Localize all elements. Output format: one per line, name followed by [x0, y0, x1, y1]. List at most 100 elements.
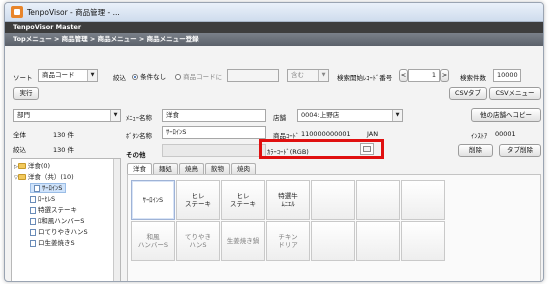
record-next-button[interactable]: > [440, 69, 449, 82]
store-label: 店舗 [273, 114, 286, 122]
delete-button[interactable]: 削除 [458, 144, 493, 157]
menu-button[interactable] [401, 180, 445, 220]
chevron-down-icon[interactable]: ▼ [110, 110, 120, 121]
menu-button[interactable]: チキン ドリア [266, 221, 310, 261]
department-select[interactable]: 部門 ▼ [13, 109, 121, 122]
copy-to-other-store-button[interactable]: 他の店舗へコピー [471, 108, 541, 122]
sort-select-value: 商品コード [42, 71, 75, 79]
chevron-down-icon[interactable]: ▼ [392, 110, 402, 121]
menu-button[interactable] [311, 180, 355, 220]
menu-tree[interactable]: ▷ 洋食(0) ▽ 洋食（共）(10) ｻｰﾛｲﾝS ﾛｰﾋﾚS 特選ステーキ ﾛ和… [11, 158, 121, 281]
title-bar: TenpoVisor - 商品管理 - ... [5, 3, 543, 22]
radio-circle-icon [175, 74, 181, 80]
menu-button[interactable]: ｻｰﾛｲﾝS [131, 180, 175, 220]
record-number-input[interactable]: 1 [408, 69, 440, 82]
tree-item[interactable]: ロ生姜焼きS [12, 238, 120, 249]
app-window: TenpoVisor - 商品管理 - ... TenpoVisor Maste… [4, 2, 544, 282]
sort-select[interactable]: 商品コード ▼ [38, 69, 98, 82]
tree-item-label: 洋食(0) [27, 162, 51, 170]
product-code-filter-input[interactable] [227, 69, 279, 82]
tree-item[interactable]: ﾛｰﾋﾚS [12, 194, 120, 205]
tab-mendokoro[interactable]: 麺処 [153, 163, 178, 174]
other-label: その他 [126, 151, 146, 159]
tree-scrollbar[interactable] [113, 159, 120, 281]
chevron-down-icon[interactable]: ▼ [87, 70, 97, 81]
tab-drinks[interactable]: 飲物 [205, 163, 230, 174]
tree-selection-highlight: ｻｰﾛｲﾝS [30, 183, 67, 193]
tree-item[interactable]: ▷ 洋食(0) [12, 161, 120, 172]
menu-button[interactable] [356, 180, 400, 220]
menu-button-grid: ｻｰﾛｲﾝS ヒレ ステーキ ヒレ ステーキ 特選牛 ﾑﾆｴﾙ 和風 ハンバーS… [131, 180, 540, 261]
tree-item-label: ロてりやきハンS [38, 228, 88, 236]
count-input[interactable]: 10000 [493, 69, 521, 82]
folder-open-icon [17, 174, 26, 180]
document-icon [30, 195, 36, 203]
tree-item[interactable]: 特選ステーキ [12, 205, 120, 216]
store-select-value: 0004:上野店 [301, 111, 340, 119]
filtered-label: 絞込 [13, 146, 26, 154]
menu-button[interactable]: ヒレ ステーキ [221, 180, 265, 220]
other-field[interactable] [162, 144, 266, 157]
document-icon [30, 206, 36, 214]
total-label: 全体 [13, 131, 26, 139]
csv-menu-button[interactable]: CSVメニュー [489, 87, 541, 100]
color-picker[interactable] [360, 143, 374, 155]
execute-button[interactable]: 実行 [13, 87, 39, 100]
app-header: TenpoVisor Master [5, 22, 543, 33]
match-select[interactable]: 含む ▼ [287, 69, 329, 82]
filtered-value: 130 件 [53, 146, 74, 154]
radio-product-code[interactable]: 商品コードに [175, 71, 222, 81]
tree-item-selected[interactable]: ｻｰﾛｲﾝS [12, 183, 120, 194]
menu-button-panel: ｻｰﾛｲﾝS ヒレ ステーキ ヒレ ステーキ 特選牛 ﾑﾆｴﾙ 和風 ハンバーS… [127, 174, 541, 281]
color-code-label: ｶﾗｰｺｰﾄﾞ(RGB) [267, 148, 309, 156]
tree-item-label: 洋食（共）(10) [27, 173, 74, 181]
menu-name-label: ﾒﾆｭｰ名称 [126, 114, 152, 122]
product-code-value: 110000000001 [301, 130, 351, 138]
tab-yakiniku[interactable]: 焼肉 [231, 163, 256, 174]
record-prev-button[interactable]: < [399, 69, 408, 82]
store-select[interactable]: 0004:上野店 ▼ [297, 109, 403, 122]
document-icon [30, 217, 36, 225]
app-icon [11, 6, 23, 18]
menu-button[interactable]: 生姜焼き鍋 [221, 221, 265, 261]
radio-no-condition-label: 条件なし [140, 73, 167, 81]
menu-button[interactable] [311, 221, 355, 261]
department-select-value: 部門 [17, 111, 30, 119]
button-name-label: ﾎﾞﾀﾝ名称 [126, 132, 152, 140]
csv-tab-button[interactable]: CSVタブ [449, 87, 487, 100]
jan-label: JAN [367, 130, 379, 138]
document-icon [34, 184, 40, 192]
radio-no-condition[interactable]: 条件なし [132, 71, 166, 81]
category-tabs: 洋食 麺処 焼鳥 飲物 焼肉 [127, 163, 257, 174]
match-select-value: 含む [291, 71, 304, 79]
radio-product-code-label: 商品コードに [183, 73, 223, 81]
menu-button[interactable] [356, 221, 400, 261]
instore-value: 00001 [495, 130, 516, 138]
window-title: TenpoVisor - 商品管理 - ... [27, 7, 120, 17]
count-label: 検索件数 [460, 74, 486, 82]
tree-item-label: ｻｰﾛｲﾝS [42, 184, 63, 192]
tab-yoshoku[interactable]: 洋食 [127, 163, 152, 174]
tree-item[interactable]: ▽ 洋食（共）(10) [12, 172, 120, 183]
document-icon [30, 228, 36, 236]
menu-button[interactable]: 特選牛 ﾑﾆｴﾙ [266, 180, 310, 220]
radio-dot-icon [132, 74, 138, 80]
breadcrumb[interactable]: Topメニュー > 商品管理 > 商品メニュー > 商品メニュー登録 [5, 33, 543, 46]
menu-button[interactable] [401, 221, 445, 261]
tree-item-label: ﾛｰﾋﾚS [38, 195, 56, 203]
button-name-input[interactable]: ｻｰﾛｲﾝS [162, 126, 266, 139]
menu-button[interactable]: ヒレ ステーキ [176, 180, 220, 220]
tab-yakitori[interactable]: 焼鳥 [179, 163, 204, 174]
tree-item[interactable]: ﾛ和風ハンバーS [12, 216, 120, 227]
tab-delete-button[interactable]: タブ削除 [499, 144, 541, 157]
color-swatch-icon [363, 146, 371, 152]
menu-name-input[interactable]: 洋食 [162, 109, 266, 122]
total-value: 130 件 [53, 131, 74, 139]
tree-item[interactable]: ロてりやきハンS [12, 227, 120, 238]
menu-button[interactable]: てりやき ハンS [176, 221, 220, 261]
narrow-label: 絞込 [113, 74, 126, 82]
menu-button[interactable]: 和風 ハンバーS [131, 221, 175, 261]
chevron-down-icon[interactable]: ▼ [318, 70, 328, 81]
folder-icon [17, 163, 26, 169]
sort-label: ソート [13, 74, 33, 82]
